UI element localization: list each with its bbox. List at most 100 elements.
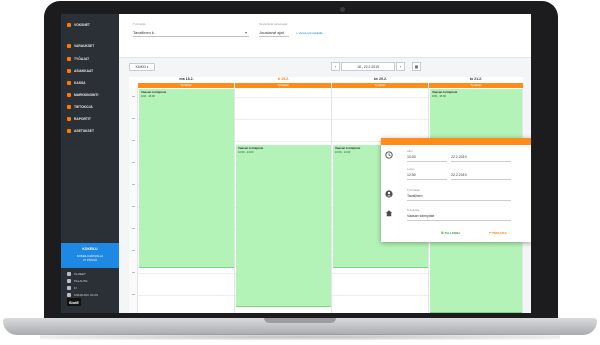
event-edit-popup: Alku 10:00 22.2.2019 Loppu 12:50 22.2.20… xyxy=(381,138,531,242)
filter-all-button[interactable]: KAIKKI ▾ xyxy=(129,63,155,71)
time-tick xyxy=(132,184,135,185)
logout-icon xyxy=(67,292,71,297)
start-time-underline xyxy=(407,161,447,162)
users-icon xyxy=(67,68,71,73)
sidebar-item-label: ASETUKSET xyxy=(74,128,94,133)
sidebar-item-label: OHJEET xyxy=(74,271,86,276)
end-label: Loppu xyxy=(407,167,415,171)
info-icon xyxy=(67,104,71,109)
type-underline xyxy=(259,36,289,37)
start-date-input[interactable]: 22.2.2019 xyxy=(451,155,467,159)
calendar-event[interactable]: Vaasan toimipiste 9:00 - 15:00 xyxy=(139,89,234,268)
sidebar-item-label: VARAUKSET xyxy=(74,43,95,48)
sidebar-item-label: VOKSNET xyxy=(74,22,90,27)
event-time: 9:00 - 15:00 xyxy=(141,95,155,98)
event-time: 10:00 - 14:00 xyxy=(238,151,254,154)
time-tick xyxy=(132,206,135,207)
chevron-down-icon[interactable]: ▾ xyxy=(245,30,247,35)
sidebar-item-label: KASSA xyxy=(74,80,86,85)
start-date-underline xyxy=(451,161,511,162)
clock-icon xyxy=(67,56,71,61)
employee-underline xyxy=(407,200,511,201)
brand-logo: SlotE xyxy=(67,298,81,306)
calendar-toolbar: KAIKKI ▾ ‹ 18 - 22.2.2019 › ▦ xyxy=(119,58,531,77)
end-date-underline xyxy=(451,179,511,180)
event-title: Vaasan toimipiste xyxy=(238,146,264,150)
add-booking-link[interactable]: + Varaa työntekijälle xyxy=(296,31,323,35)
next-week-button[interactable]: › xyxy=(396,62,405,71)
employee-input[interactable]: Tavallinen xyxy=(407,194,423,198)
event-time: 9:00 - 15:00 xyxy=(432,95,446,98)
location-underline xyxy=(407,220,511,221)
start-time-input[interactable]: 10:00 xyxy=(407,155,416,159)
sidebar-item-label: PALAUTE xyxy=(74,278,88,283)
prev-week-button[interactable]: ‹ xyxy=(331,62,340,71)
sidebar-item-marketing[interactable]: MARKKINOINTI xyxy=(67,90,117,99)
date-range-display[interactable]: 18 - 22.2.2019 xyxy=(341,62,395,71)
laptop-notch xyxy=(264,318,336,323)
chevron-down-icon: ▾ xyxy=(146,65,149,69)
employee-select-value[interactable]: Tavallinen k. xyxy=(133,30,155,35)
app-logo-icon xyxy=(67,22,71,27)
time-tick xyxy=(132,140,135,141)
time-tick xyxy=(132,96,135,97)
brand-text: SlotE xyxy=(67,298,81,306)
cancel-button[interactable]: ↶ PERUUTA xyxy=(489,231,507,235)
popup-header xyxy=(381,138,531,145)
megaphone-icon xyxy=(67,92,71,97)
time-tick xyxy=(132,250,135,251)
filter-all-label: KAIKKI xyxy=(135,65,146,69)
time-axis xyxy=(129,88,138,313)
time-tick xyxy=(132,294,135,295)
sidebar-item-label: TYÖAJAT xyxy=(74,56,90,61)
cash-icon xyxy=(67,80,71,85)
feedback-icon xyxy=(67,278,71,283)
trial-days: 27 PÄIVÄÄ xyxy=(83,258,97,262)
calendar-event[interactable]: Vaasan toimipiste 10:00 - 14:00 xyxy=(236,145,331,307)
cancel-label: PERUUTA xyxy=(492,231,507,235)
sidebar-item-label: KIRJAUDU ULOS xyxy=(74,292,99,297)
globe-icon xyxy=(67,285,71,290)
type-value: Joustavat ajat xyxy=(259,30,284,35)
time-tick xyxy=(132,162,135,163)
filter-bar: Työntekijä Tavallinen k. ▾ Näytettävät p… xyxy=(119,14,531,58)
trial-title: KOKEILU xyxy=(82,247,98,251)
end-time-input[interactable]: 12:50 xyxy=(407,173,416,177)
help-icon xyxy=(67,271,71,276)
sidebar-item-home[interactable]: VOKSNET xyxy=(67,20,117,29)
sidebar-item-cash[interactable]: KASSA xyxy=(67,78,117,87)
chart-icon xyxy=(67,116,71,121)
sidebar-item-reports[interactable]: RAPORTIT xyxy=(67,114,117,123)
user-circle-icon xyxy=(385,190,393,198)
sidebar-item-info[interactable]: TIETOKOJA xyxy=(67,102,117,111)
location-label: Toimipiste xyxy=(407,208,420,212)
sidebar-item-label: FI xyxy=(74,285,77,290)
laptop-mockup: VOKSNET VARAUKSET TYÖAJAT ASIAKKAAT KASS… xyxy=(0,0,600,345)
save-label: TALLENNA xyxy=(444,231,461,235)
sidebar-item-worktimes[interactable]: TYÖAJAT xyxy=(67,54,117,63)
event-title: Vaasan toimipiste xyxy=(432,90,458,94)
trial-banner[interactable]: KOKEILU KOKEILUJAKSOLLA 27 PÄIVÄÄ xyxy=(61,243,119,268)
employee-label: Työntekijä xyxy=(133,22,146,26)
end-date-input[interactable]: 22.2.2019 xyxy=(451,173,467,177)
save-button[interactable]: 🖫 TALLENNA xyxy=(441,231,460,236)
employee-label: Työntekijä xyxy=(407,188,420,192)
location-input[interactable]: Vaasan toimipiste xyxy=(407,214,434,218)
clock-icon xyxy=(385,151,393,159)
sidebar-item-bookings[interactable]: VARAUKSET xyxy=(67,41,117,50)
gear-icon xyxy=(67,128,71,133)
laptop-shadow xyxy=(40,334,560,340)
event-title: Vaasan toimipiste xyxy=(141,90,167,94)
employee-select[interactable] xyxy=(133,36,249,37)
sidebar-item-customers[interactable]: ASIAKKAAT xyxy=(67,66,117,75)
home-icon xyxy=(385,210,393,217)
sidebar: VOKSNET VARAUKSET TYÖAJAT ASIAKKAAT KASS… xyxy=(61,14,119,313)
end-time-underline xyxy=(407,179,447,180)
app-screen: VOKSNET VARAUKSET TYÖAJAT ASIAKKAAT KASS… xyxy=(61,14,531,313)
sidebar-item-label: RAPORTIT xyxy=(74,116,91,121)
time-tick xyxy=(132,118,135,119)
sidebar-item-settings[interactable]: ASETUKSET xyxy=(67,126,117,135)
calendar-picker-button[interactable]: ▦ xyxy=(412,62,421,71)
time-tick xyxy=(132,228,135,229)
calendar-icon xyxy=(67,43,71,48)
